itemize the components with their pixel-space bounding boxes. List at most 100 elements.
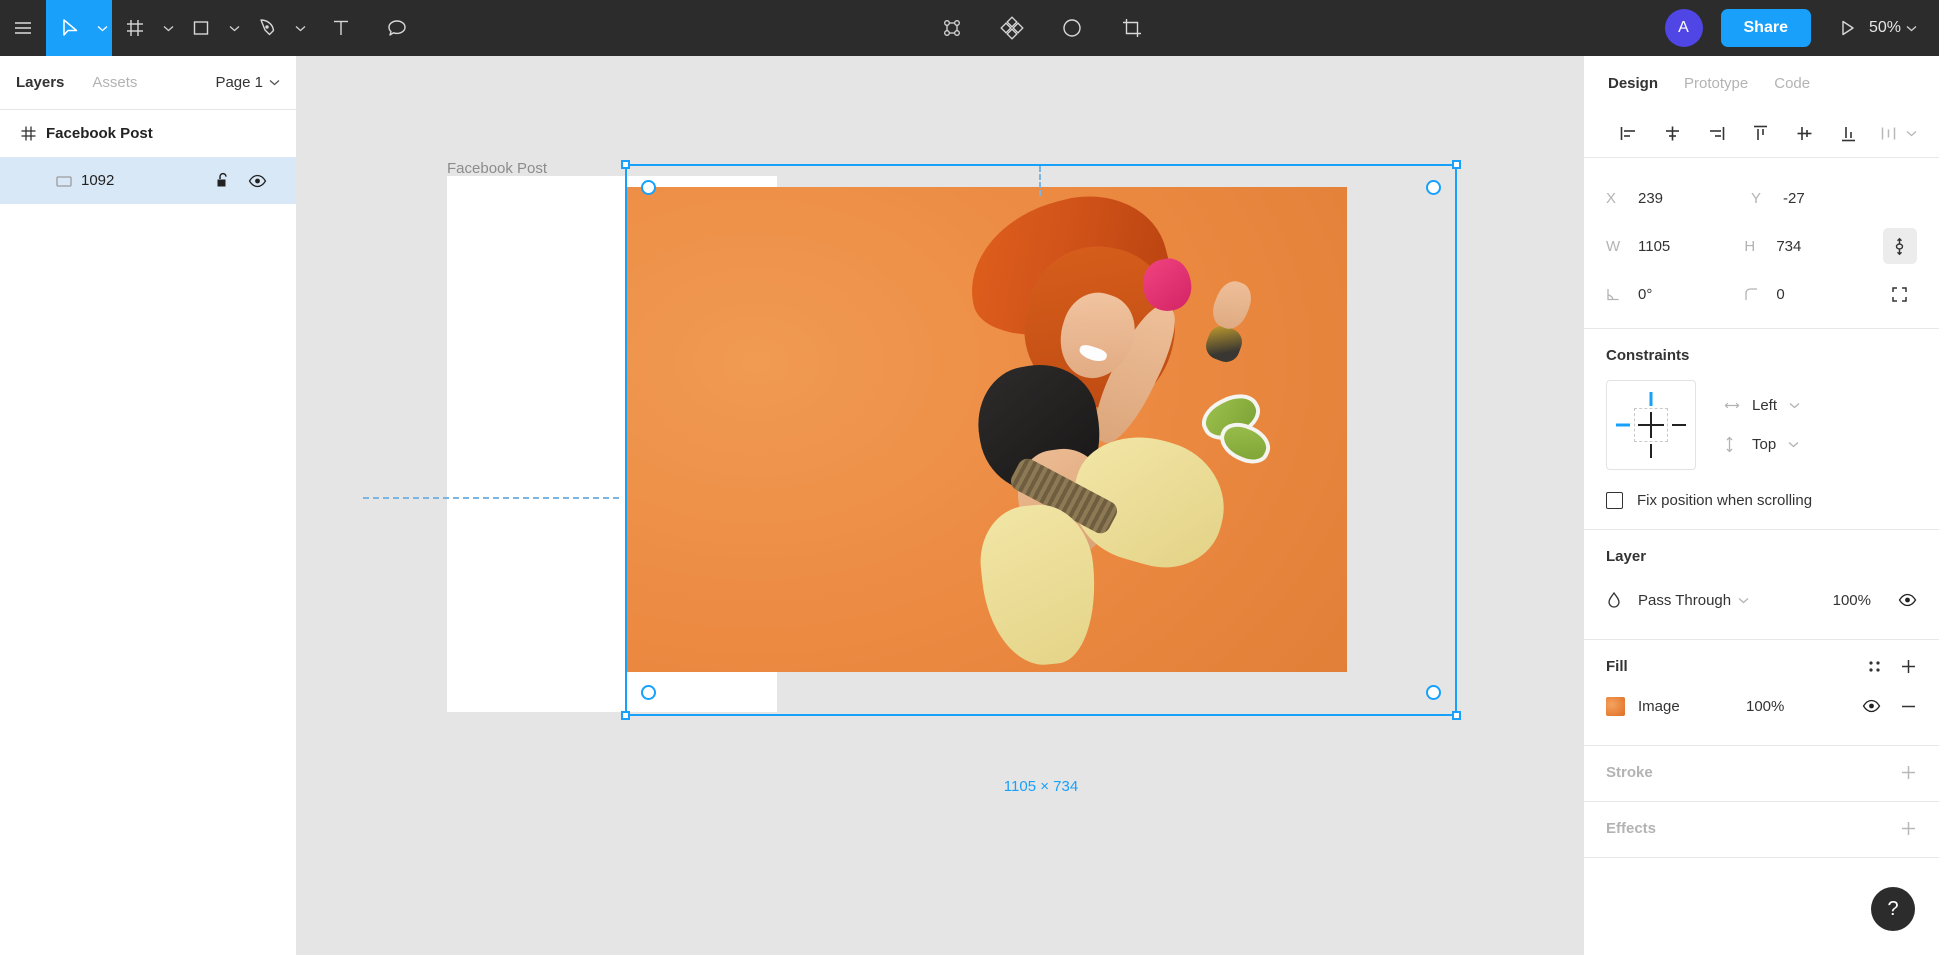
fill-eye-visible-icon[interactable] [1835,699,1881,713]
resize-handle-bottom-left[interactable] [621,711,630,720]
corner-radius-value[interactable]: 0 [1776,286,1784,303]
link-constrain-proportions-icon[interactable] [1882,228,1917,264]
align-bottom-icon[interactable] [1827,114,1871,154]
distribute-icon[interactable] [1871,114,1906,154]
frame-tool[interactable] [112,0,178,56]
y-value[interactable]: -27 [1783,190,1805,207]
fill-opacity-value[interactable]: 100% [1746,698,1784,715]
share-button[interactable]: Share [1720,9,1811,47]
fill-remove-minus-icon[interactable] [1881,698,1917,715]
align-top-icon[interactable] [1739,114,1783,154]
comment-bubble-icon[interactable] [374,0,420,56]
resize-handle-bottom-right[interactable] [1452,711,1461,720]
resize-handle-top-left[interactable] [621,160,630,169]
tab-layers[interactable]: Layers [16,74,64,91]
page-selector[interactable]: Page 1 [215,74,280,91]
constraint-bar-bottom[interactable] [1650,444,1652,458]
corner-radius-handle-bottom-right[interactable] [1426,685,1441,700]
frame-title-label[interactable]: Facebook Post [447,160,547,177]
y-field[interactable]: Y -27 [1751,190,1896,207]
horizontal-constraint-select[interactable]: Left [1724,386,1800,425]
layer-eye-visible-icon[interactable] [1871,593,1917,607]
frame-grid-icon[interactable] [112,0,158,56]
align-horizontal-center-icon[interactable] [1650,114,1694,154]
pen-tool[interactable] [244,0,310,56]
x-value[interactable]: 239 [1638,190,1663,207]
pen-tool-chevron-down-icon[interactable] [290,0,310,56]
constraint-bar-right[interactable] [1672,424,1686,426]
corner-radius-field[interactable]: 0 [1744,286,1882,303]
alignment-toolbar [1584,110,1939,158]
cursor-arrow-icon[interactable] [46,0,92,56]
vertical-constraint-chevron-down-icon[interactable] [1788,441,1799,448]
component-nodes-icon[interactable] [929,0,975,56]
crop-icon[interactable] [1109,0,1155,56]
stroke-add-plus-icon[interactable] [1900,764,1917,781]
text-t-icon[interactable] [318,0,364,56]
width-field[interactable]: W 1105 [1606,238,1744,255]
horizontal-constraint-label: Left [1752,397,1778,414]
rotation-field[interactable]: 0° [1606,286,1744,303]
zoom-control[interactable]: 50% [1869,19,1939,37]
help-button[interactable]: ? [1871,887,1915,931]
blend-mode-chevron-down-icon[interactable] [1738,597,1749,604]
tab-code[interactable]: Code [1774,75,1810,92]
avatar[interactable]: A [1664,9,1703,47]
height-field[interactable]: H 734 [1744,238,1882,255]
layer-section: Layer Pass Through 100% [1584,530,1939,640]
rectangle-icon[interactable] [178,0,224,56]
align-vertical-center-icon[interactable] [1783,114,1827,154]
shape-tool[interactable] [178,0,244,56]
corner-radius-handle-top-right[interactable] [1426,180,1441,195]
rotation-value[interactable]: 0° [1638,286,1652,303]
corner-radius-handle-top-left[interactable] [641,180,656,195]
frame-tool-chevron-down-icon[interactable] [158,0,178,56]
resize-handle-top-right[interactable] [1452,160,1461,169]
layer-opacity-value[interactable]: 100% [1833,592,1871,609]
align-left-icon[interactable] [1606,114,1650,154]
move-tool[interactable] [46,0,112,56]
shape-tool-chevron-down-icon[interactable] [224,0,244,56]
vertical-arrows-icon [1724,436,1740,453]
tab-prototype[interactable]: Prototype [1684,75,1748,92]
constraint-bar-left[interactable] [1616,423,1630,427]
fix-position-row[interactable]: Fix position when scrolling [1606,492,1917,509]
constraints-title: Constraints [1606,347,1690,364]
tab-design[interactable]: Design [1608,75,1658,92]
half-circle-mask-icon[interactable] [1049,0,1095,56]
move-tool-chevron-down-icon[interactable] [92,0,112,56]
left-panel-tabs: Layers Assets Page 1 [0,56,296,110]
corner-radius-icon [1744,287,1776,302]
pen-nib-icon[interactable] [244,0,290,56]
unlock-icon[interactable] [215,172,231,189]
fill-image-thumbnail[interactable] [1606,696,1625,716]
design-canvas[interactable]: Facebook Post 1105 × 734 [297,56,1583,955]
page-selector-chevron-down-icon[interactable] [269,79,280,86]
fix-position-checkbox[interactable] [1606,492,1623,509]
x-field[interactable]: X 239 [1606,190,1751,207]
corner-radius-handle-bottom-left[interactable] [641,685,656,700]
fill-add-plus-icon[interactable] [1900,658,1917,675]
constraint-bar-top[interactable] [1649,392,1653,406]
tab-assets[interactable]: Assets [92,74,137,91]
constraints-widget[interactable] [1606,380,1696,470]
selection-bounding-box[interactable] [621,160,1461,720]
effects-add-plus-icon[interactable] [1900,820,1917,837]
zoom-chevron-down-icon[interactable] [1906,25,1917,32]
eye-visible-icon[interactable] [248,174,267,188]
w-value[interactable]: 1105 [1638,238,1670,255]
alignment-chevron-down-icon[interactable] [1906,130,1917,137]
independent-corners-icon[interactable] [1883,276,1917,312]
layer-item-1092[interactable]: 1092 [0,157,296,204]
layer-item-facebook-post[interactable]: Facebook Post [0,110,296,157]
align-right-icon[interactable] [1694,114,1738,154]
h-value[interactable]: 734 [1776,238,1801,255]
vertical-constraint-select[interactable]: Top [1724,425,1800,464]
fill-styles-icon[interactable] [1867,659,1882,674]
play-triangle-icon[interactable] [1825,0,1869,56]
diamond-cluster-icon[interactable] [989,0,1035,56]
fill-item-row[interactable]: Image 100% [1606,687,1917,725]
hamburger-menu-icon[interactable] [0,0,46,56]
horizontal-constraint-chevron-down-icon[interactable] [1789,402,1800,409]
blend-mode-label[interactable]: Pass Through [1638,592,1731,609]
